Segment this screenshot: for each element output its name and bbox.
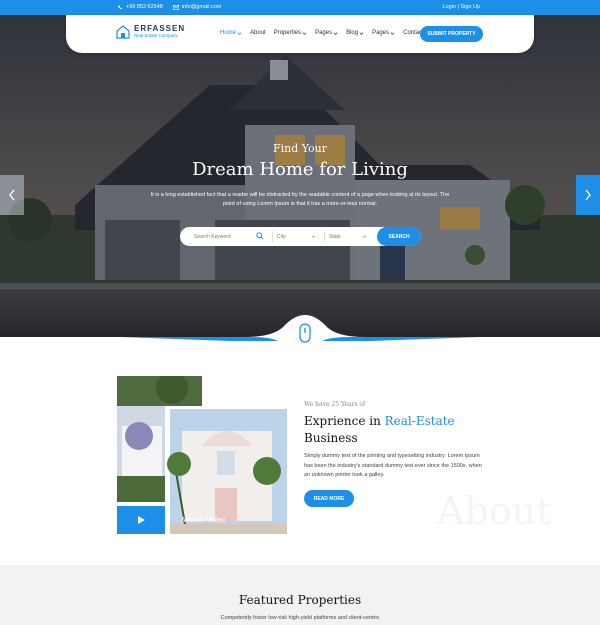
nav-item-label: Home xyxy=(220,30,237,36)
nav-item-about[interactable]: About xyxy=(250,30,266,36)
featured-title: Featured Properties xyxy=(238,593,362,607)
hero-title: Dream Home for Living xyxy=(192,159,408,180)
nav-item-label: Blog xyxy=(346,30,359,36)
slider-next-button[interactable] xyxy=(576,175,600,215)
about-paragraph: Simply dummy text of the printing and ty… xyxy=(304,453,482,478)
scroll-down-icon[interactable] xyxy=(298,323,312,345)
phone-contact[interactable]: +99 852 62548 xyxy=(117,4,163,10)
nav-item-blog[interactable]: Blog xyxy=(346,30,364,36)
nav-menu: Home About Properties Pages Blog Pages C… xyxy=(220,30,424,36)
slider-prev-button[interactable] xyxy=(0,175,24,215)
chevron-down-icon xyxy=(311,235,316,238)
featured-properties-section: Featured Properties Competently foster l… xyxy=(0,565,600,625)
brand-logo[interactable]: ERFASSEN Real Estate Company xyxy=(116,25,185,39)
chevron-down-icon xyxy=(390,31,395,35)
featured-subtitle: Competently foster low-risk high-yield p… xyxy=(220,615,380,621)
about-heading-accent: Real-Estate xyxy=(384,414,455,428)
divider xyxy=(324,231,325,242)
nav-item-pages[interactable]: Pages xyxy=(315,30,338,36)
page: +99 852 62548 info@gmail.com Login | Sig… xyxy=(0,0,600,625)
chevron-left-icon xyxy=(9,189,15,201)
nav-item-label: Pages xyxy=(372,30,390,36)
about-heading-part2: Business xyxy=(304,431,358,445)
phone-icon xyxy=(118,5,122,9)
nav-item-home[interactable]: Home xyxy=(220,30,242,36)
nav-item-label: Properties xyxy=(273,30,302,36)
read-more-button[interactable]: READ MORE xyxy=(304,490,354,507)
nav-item-label: Pages xyxy=(315,30,333,36)
hero-description: It is a long established fact that a rea… xyxy=(150,192,450,207)
chevron-down-icon xyxy=(362,235,367,238)
city-select[interactable]: City xyxy=(277,234,286,240)
state-select[interactable]: State xyxy=(329,234,341,240)
experience-kicker: We have 25 Years of xyxy=(304,401,366,408)
brand-tagline: Real Estate Company xyxy=(134,33,178,38)
top-bar: +99 852 62548 info@gmail.com Login | Sig… xyxy=(0,0,600,15)
play-video-button[interactable] xyxy=(117,506,165,534)
search-button[interactable]: SEARCH xyxy=(377,227,421,246)
about-background-word: About xyxy=(437,489,552,533)
chevron-down-icon xyxy=(237,31,242,35)
search-keyword-input[interactable]: Search Keyword xyxy=(194,234,231,240)
chevron-down-icon xyxy=(333,31,338,35)
mail-icon xyxy=(172,4,179,10)
chevron-down-icon xyxy=(359,31,364,35)
phone-number: +99 852 62548 xyxy=(126,4,163,10)
chevron-right-icon xyxy=(585,189,591,201)
nav-item-label: About xyxy=(250,30,266,36)
house-logo-icon xyxy=(116,25,130,39)
watch-video-label[interactable]: Watch Video xyxy=(183,515,225,524)
email-contact[interactable]: info@gmail.com xyxy=(172,4,222,10)
nav-item-properties[interactable]: Properties xyxy=(274,30,307,36)
email-address: info@gmail.com xyxy=(181,4,222,10)
contact-info: +99 852 62548 info@gmail.com xyxy=(117,4,221,10)
main-navbar: ERFASSEN Real Estate Company Home About … xyxy=(66,15,534,53)
play-icon xyxy=(137,516,145,524)
about-heading-part1: Exprience in xyxy=(304,414,385,428)
brand-name: ERFASSEN xyxy=(134,24,186,33)
about-heading: Exprience in Real-Estate Business xyxy=(304,413,494,447)
search-icon xyxy=(256,232,264,240)
submit-property-button[interactable]: SUBMIT PROPERTY xyxy=(420,26,483,42)
divider xyxy=(272,231,273,242)
nav-item-pages-2[interactable]: Pages xyxy=(372,30,395,36)
chevron-down-icon xyxy=(302,31,307,35)
login-signup-link[interactable]: Login | Sign Up xyxy=(442,4,480,10)
property-search-bar: Search Keyword City State SEARCH xyxy=(180,227,421,246)
hero-subtitle: Find Your xyxy=(272,142,328,155)
